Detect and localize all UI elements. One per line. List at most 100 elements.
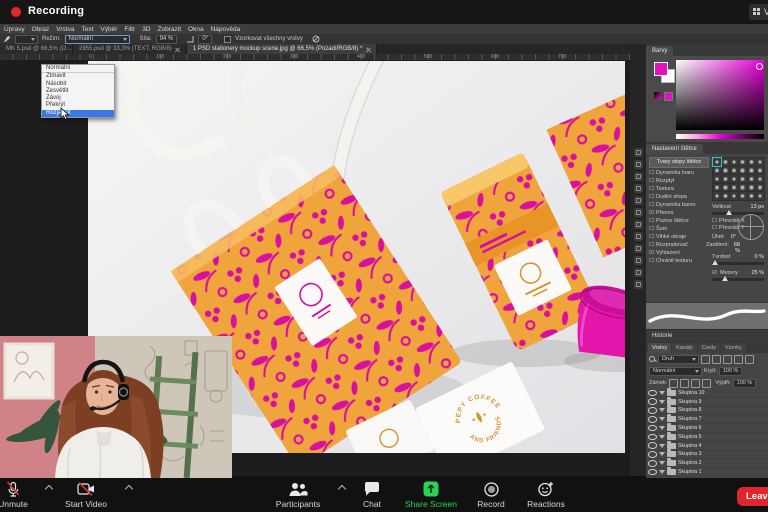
spacing-value[interactable]: 25 % (746, 270, 764, 276)
layer-row[interactable]: Skupina 7 (646, 415, 768, 424)
chevron-up-icon[interactable] (338, 485, 346, 493)
blend-mode-option[interactable]: Překrýt (42, 102, 114, 109)
expand-triangle-icon[interactable] (659, 391, 665, 395)
reactions-button[interactable]: Reactions (518, 481, 574, 509)
menu-text[interactable]: Text (81, 26, 93, 33)
size-value[interactable]: 13 px (746, 204, 764, 210)
record-button[interactable]: Record (468, 481, 514, 509)
close-tab-icon[interactable] (365, 47, 370, 52)
panel-dock-icon[interactable] (634, 244, 643, 253)
layer-row[interactable]: Skupina 8 (646, 407, 768, 416)
document-tab-2[interactable]: 2955.psd @ 33,3% (TEXT, RGB/8) (73, 44, 187, 54)
expand-triangle-icon[interactable] (659, 417, 665, 421)
angle-value-field[interactable]: 0° (726, 234, 736, 240)
visibility-eye-icon[interactable] (648, 434, 657, 441)
tab-paths[interactable]: Cesty (698, 343, 720, 353)
mode-dropdown[interactable]: Normální (65, 35, 130, 44)
layer-row[interactable]: Skupina 3 (646, 451, 768, 460)
angle-value[interactable]: 0° (198, 35, 212, 44)
lock-pixels-icon[interactable] (680, 379, 689, 388)
gradient-icon[interactable] (654, 92, 661, 99)
menu-vrstva[interactable]: Vrstva (56, 26, 74, 33)
panel-dock-icon[interactable] (634, 220, 643, 229)
checkbox-icon[interactable]: ☐ (649, 178, 654, 184)
expand-triangle-icon[interactable] (659, 408, 665, 412)
document-tab-active[interactable]: 1 PSD stationery mockup scene.jpg @ 66,5… (187, 44, 378, 54)
blend-mode-option[interactable]: Normální (42, 65, 114, 73)
lock-all-icon[interactable] (702, 379, 711, 388)
panel-dock-icon[interactable] (634, 268, 643, 277)
brush-tip-grid[interactable] (712, 157, 765, 201)
brush-option-label[interactable]: Rozptyl (656, 178, 674, 184)
visibility-eye-icon[interactable] (648, 416, 657, 423)
brush-option-label[interactable]: Pozice štětce (656, 218, 689, 224)
checkbox-icon[interactable]: ☐ (649, 234, 654, 240)
blend-mode-option[interactable]: Ztmavit (42, 73, 114, 80)
visibility-eye-icon[interactable] (648, 407, 657, 414)
layer-row[interactable]: Skupina 9 (646, 398, 768, 407)
checkbox-icon[interactable]: ☐ (649, 202, 654, 208)
brush-option-label[interactable]: Dynamika barev (656, 202, 696, 208)
foreground-color-swatch[interactable] (654, 62, 668, 76)
spacing-slider[interactable] (712, 278, 764, 281)
filter-adjustment-icon[interactable] (712, 355, 721, 364)
opacity-value[interactable]: 100 % (719, 367, 743, 376)
chevron-up-icon[interactable] (45, 485, 53, 493)
menu-3d[interactable]: 3D (142, 26, 150, 33)
tab-layers[interactable]: Vrstvy (648, 343, 671, 353)
expand-triangle-icon[interactable] (659, 426, 665, 430)
start-video-button[interactable]: Start Video (55, 481, 117, 509)
fill-value[interactable]: 100 % (733, 379, 757, 388)
roundness-value-field[interactable]: 68 % (728, 242, 740, 254)
checkbox-icon[interactable]: ☐ (649, 186, 654, 192)
checkbox-icon[interactable]: ☐ (649, 258, 654, 264)
checkbox-icon[interactable]: ☐ (649, 226, 654, 232)
expand-triangle-icon[interactable] (659, 470, 665, 474)
strength-value[interactable]: 94 % (156, 35, 178, 44)
visibility-eye-icon[interactable] (648, 451, 657, 458)
layer-row[interactable]: Skupina 6 (646, 424, 768, 433)
checkbox-icon[interactable]: ☐ (649, 218, 654, 224)
layer-filter-dropdown[interactable]: Druh (658, 355, 699, 364)
chevron-up-icon[interactable] (125, 485, 133, 493)
panel-dock-icon[interactable] (634, 280, 643, 289)
expand-triangle-icon[interactable] (659, 461, 665, 465)
saturation-square[interactable] (676, 60, 764, 130)
tab-brush-settings[interactable]: Nastavení štětce (646, 144, 703, 154)
share-screen-button[interactable]: Share Screen (398, 481, 464, 509)
hardness-slider[interactable] (712, 262, 764, 265)
brush-option-label[interactable]: Dynamika tvaru (656, 170, 694, 176)
blend-mode-option[interactable]: Zesvětlit (42, 88, 114, 95)
visibility-eye-icon[interactable] (648, 469, 657, 476)
checkbox-icon[interactable]: ☐ (649, 170, 654, 176)
panel-dock-icon[interactable] (634, 172, 643, 181)
participants-button[interactable]: Participants (266, 481, 330, 509)
checkbox-icon[interactable]: ☐ (649, 194, 654, 200)
brush-option-label[interactable]: Vlhké okraje (656, 234, 686, 240)
flip-y-checkbox[interactable]: ☐ (712, 225, 717, 231)
blend-mode-option[interactable]: Závoj (42, 95, 114, 102)
flip-x-checkbox[interactable]: ☐ (712, 218, 717, 224)
blend-mode-option-highlighted[interactable]: Rozjasnit (42, 110, 114, 117)
menu-obraz[interactable]: Obraz (32, 26, 50, 33)
checkbox-icon[interactable]: ☑ (649, 250, 654, 256)
visibility-eye-icon[interactable] (648, 442, 657, 449)
layer-row[interactable]: Skupina 5 (646, 433, 768, 442)
expand-triangle-icon[interactable] (659, 435, 665, 439)
layer-row[interactable]: Skupina 4 (646, 442, 768, 451)
panel-dock-icon[interactable] (634, 196, 643, 205)
angle-dial[interactable] (738, 214, 764, 240)
self-view-video[interactable] (0, 336, 232, 478)
panel-dock-icon[interactable] (634, 232, 643, 241)
expand-triangle-icon[interactable] (659, 452, 665, 456)
layer-row[interactable]: Skupina 10 (646, 389, 768, 398)
menu-vyber[interactable]: Výběr (100, 26, 117, 33)
brush-option-label[interactable]: Šum (656, 226, 667, 232)
panel-dock-icon[interactable] (634, 160, 643, 169)
brush-tip-shape-button[interactable]: Tvary stopy štětce (649, 157, 709, 168)
visibility-eye-icon[interactable] (648, 425, 657, 432)
history-panel-header[interactable]: Historie (646, 329, 768, 341)
unmute-button[interactable]: Unmute (0, 481, 42, 509)
panel-dock-icon[interactable] (634, 148, 643, 157)
tab-colors[interactable]: Barvy (646, 46, 673, 56)
